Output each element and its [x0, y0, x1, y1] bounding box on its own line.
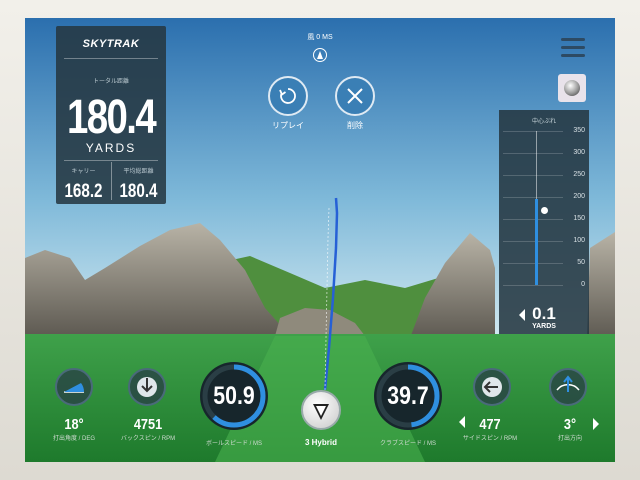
wind-label: 風 0 MS: [307, 34, 333, 41]
gridline: [503, 263, 563, 264]
club-stat: 3 Hybrid: [281, 438, 361, 447]
deviation-bar: [535, 199, 538, 285]
deviation-tick: 200: [573, 193, 585, 200]
ball-speed-gauge: 50.9: [200, 362, 268, 430]
club-name: 3 Hybrid: [304, 438, 337, 447]
average-distance-value: 180.4: [119, 181, 158, 202]
close-icon: [347, 88, 363, 104]
replay-label: リプレイ: [272, 121, 304, 130]
replay-button[interactable]: [268, 76, 308, 116]
delete-label: 削除: [347, 121, 363, 130]
club-speed-value: 39.7: [387, 382, 429, 410]
gridline: [503, 175, 563, 176]
launch-angle-label: 打出角度 / DEG: [52, 436, 95, 442]
deviation-tick: 300: [573, 149, 585, 156]
deviation-tick: 100: [573, 237, 585, 244]
club-speed-stat: クラブスピード / MS: [368, 438, 448, 447]
club-hybrid-icon: [313, 404, 329, 420]
deviation-tick: 350: [573, 127, 585, 134]
direction-value: 3°: [563, 416, 577, 433]
side-spin-value: 477: [479, 416, 501, 433]
back-spin-stat: 4751 バックスピン / RPM: [113, 416, 183, 442]
hamburger-icon-line: [561, 46, 585, 49]
divider: [64, 160, 158, 161]
club-speed-gauge: 39.7: [374, 362, 442, 430]
hamburger-icon: [561, 38, 585, 41]
deviation-title: 中心ぶれ: [531, 119, 556, 125]
golf-ball-icon[interactable]: [558, 74, 586, 102]
ball-marker: [541, 207, 548, 215]
right-edge-mountain: [587, 232, 615, 338]
total-distance-label: トータル距離: [92, 79, 129, 85]
gridline: [503, 219, 563, 220]
back-spin-label: バックスピン / RPM: [120, 436, 176, 442]
launch-angle-value: 18°: [64, 416, 84, 433]
gridline: [503, 153, 563, 154]
golf-simulator-screen: SKYTRAK トータル距離 180.4 YARDS キャリー 平均総距離 16…: [25, 18, 615, 462]
brand-logo: SKYTRAK: [82, 38, 140, 50]
gridline: [503, 241, 563, 242]
gridline: [503, 285, 563, 286]
gridline: [503, 131, 563, 132]
arrow-right-icon: [593, 418, 599, 430]
direction-label: 打出方向: [557, 436, 582, 442]
launch-direction-icon: [549, 368, 587, 406]
back-spin-value: 4751: [133, 416, 163, 433]
distance-panel: SKYTRAK トータル距離 180.4 YARDS キャリー 平均総距離 16…: [56, 26, 166, 204]
gridline: [503, 197, 563, 198]
club-selector-button[interactable]: [301, 390, 341, 430]
total-distance-value: 180.4: [67, 91, 157, 144]
deviation-panel: 中心ぶれ 350 300 250 200 150 100 50 0 0.1 YA…: [499, 110, 589, 334]
launch-angle-icon: [55, 368, 93, 406]
deviation-value: 0.1: [532, 304, 556, 323]
carry-value: 168.2: [64, 181, 103, 202]
back-spin-icon: [128, 368, 166, 406]
hamburger-icon-line: [561, 54, 585, 57]
delete-button[interactable]: [335, 76, 375, 116]
ball-speed-label: ボールスピード / MS: [205, 441, 262, 447]
average-distance-label: 平均総距離: [123, 169, 154, 175]
divider: [64, 58, 158, 59]
menu-button[interactable]: [561, 38, 585, 60]
deviation-tick: 150: [573, 215, 585, 222]
club-speed-label: クラブスピード / MS: [379, 441, 436, 447]
carry-label: キャリー: [71, 169, 96, 175]
deviation-tick: 50: [577, 259, 585, 266]
tablet-frame: SKYTRAK トータル距離 180.4 YARDS キャリー 平均総距離 16…: [0, 0, 640, 480]
deviation-tick: 250: [573, 171, 585, 178]
launch-angle-stat: 18° 打出角度 / DEG: [39, 416, 109, 442]
divider: [111, 162, 112, 200]
replay-icon: [279, 88, 296, 104]
deviation-tick: 0: [581, 281, 585, 288]
deviation-unit: YARDS: [532, 323, 556, 330]
ball-speed-value: 50.9: [213, 382, 255, 410]
side-spin-stat: 477 サイドスピン / RPM: [455, 416, 525, 442]
wind-direction-icon: [313, 48, 327, 62]
ball-speed-stat: ボールスピード / MS: [194, 438, 274, 447]
distance-unit: YARDS: [85, 141, 137, 155]
side-spin-label: サイドスピン / RPM: [462, 436, 518, 442]
side-spin-icon: [473, 368, 511, 406]
